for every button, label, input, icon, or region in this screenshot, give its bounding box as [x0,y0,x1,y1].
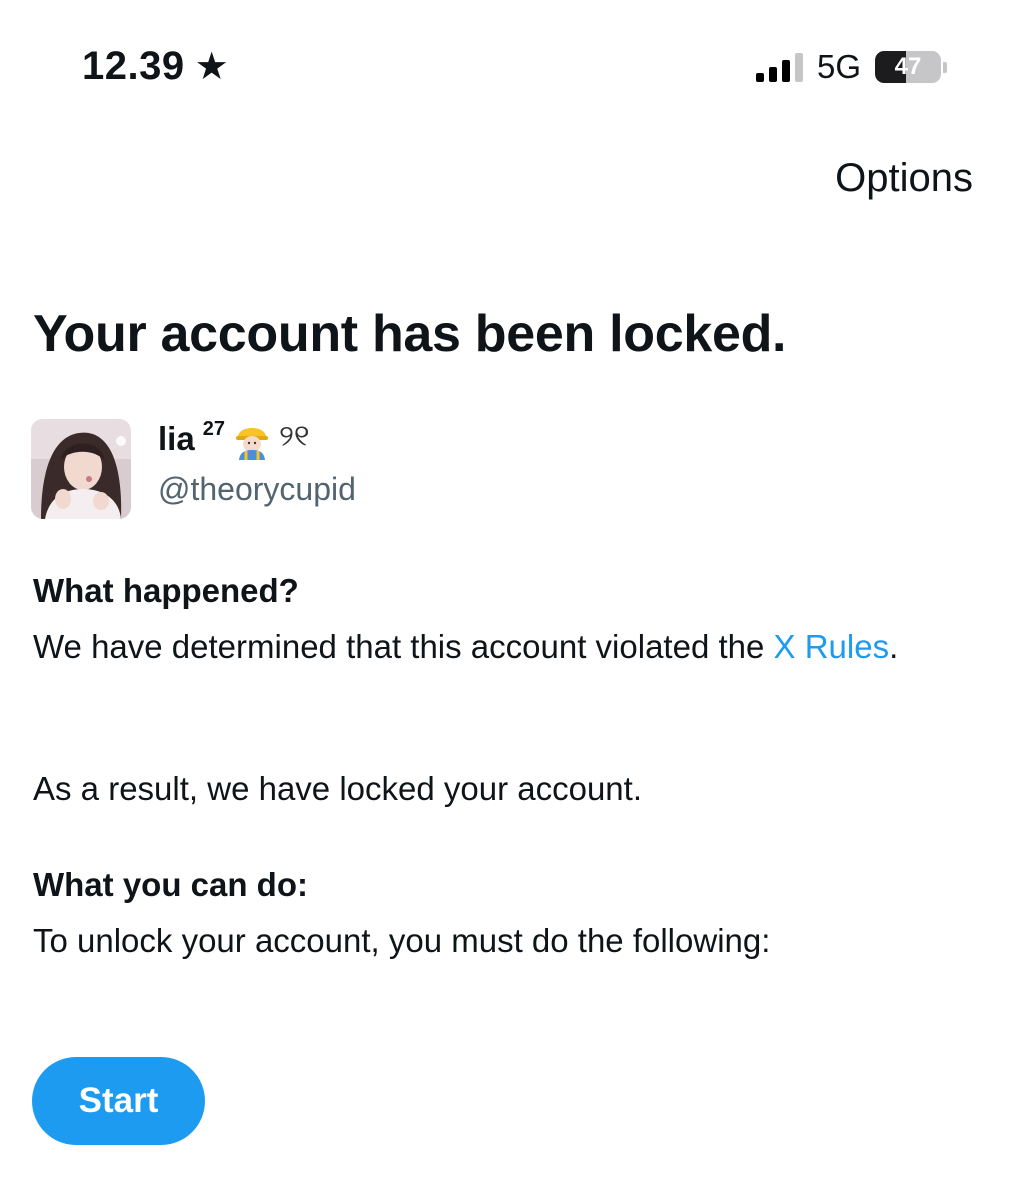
signal-icon [755,52,803,82]
violation-text: We have determined that this account vio… [33,628,774,665]
display-name: lia 27 ୨୧ [158,418,310,460]
network-type: 5G [816,48,861,85]
battery-icon: 47 [875,51,947,83]
violation-text-end: . [889,628,899,665]
what-happened-heading: What happened? [33,572,299,609]
star-icon: ★ [194,45,230,88]
display-name-superscript: 27 [202,418,225,440]
page-title: Your account has been locked. [33,305,787,363]
status-bar-time-group: 12.39 ★ [82,44,229,89]
status-time: 12.39 [82,44,185,88]
start-button[interactable]: Start [32,1057,205,1145]
battery-percent: 47 [894,53,922,80]
account-handle: @theorycupid [158,471,356,507]
status-bar-indicators: 5G 47 [755,48,947,86]
display-name-decoration: ୨୧ [278,420,310,453]
what-you-can-do-heading: What you can do: [33,866,308,903]
account-locked-screen: 12.39 ★ 5G 47 Options Your account has b… [0,0,1017,1200]
avatar-image [31,419,131,519]
x-rules-link[interactable]: X Rules [774,628,890,665]
avatar [31,419,131,519]
result-text: As a result, we have locked your account… [33,770,642,807]
unlock-instructions-text: To unlock your account, you must do the … [33,922,771,959]
options-button[interactable]: Options [835,156,973,201]
construction-worker-emoji-icon [233,420,271,460]
what-happened-text: We have determined that this account vio… [33,624,933,670]
display-name-text: lia [158,420,195,457]
